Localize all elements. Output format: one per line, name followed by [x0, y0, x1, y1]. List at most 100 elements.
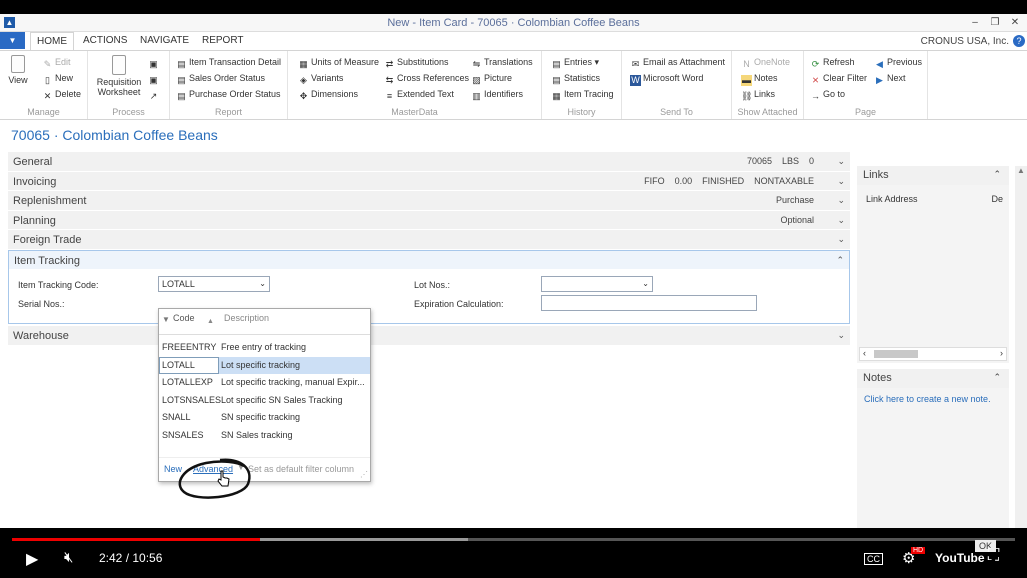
restore-button[interactable]: ❐ [985, 15, 1005, 30]
column-code-header[interactable]: Code [173, 313, 195, 323]
fasttab-replenishment[interactable]: Replenishment Purchase ⌄ [8, 191, 850, 211]
entries-button[interactable]: ▤ Entries ▾ [551, 55, 599, 69]
help-icon[interactable]: ? [1013, 35, 1025, 47]
previous-button[interactable]: ◀ Previous [874, 55, 922, 69]
lookup-row-code: LOTSNSALES [162, 394, 222, 405]
notes-button[interactable]: ▬ Notes [741, 71, 778, 86]
previous-icon: ◀ [876, 59, 883, 69]
links-horizontal-scrollbar[interactable]: ‹ › [859, 347, 1007, 361]
statistics-button[interactable]: ▤ Statistics [551, 71, 600, 85]
substitutions-button[interactable]: ⇄ Substitutions [384, 55, 449, 69]
units-of-measure-button[interactable]: ▦ Units of Measure [298, 55, 379, 69]
worksheet-icon [112, 55, 126, 75]
links-button[interactable]: ⛓ Links [741, 87, 775, 101]
column-description-header[interactable]: Description [224, 313, 269, 323]
item-tracking-code-field[interactable]: LOTALL ⌄ [158, 276, 270, 292]
app-menu-button[interactable]: ▼ [0, 32, 25, 49]
email-icon: ✉ [631, 59, 640, 69]
company-name[interactable]: CRONUS USA, Inc. [921, 36, 1009, 47]
scroll-left-icon[interactable]: ‹ [863, 348, 866, 358]
fasttab-area: General 70065 LBS 0 ⌄ Invoicing FIFO 0.00 FI… [8, 152, 850, 346]
chevron-down-icon[interactable]: ⌄ [837, 234, 845, 245]
translations-button[interactable]: ⇋ Translations [471, 55, 533, 69]
group-report: ▤ Item Transaction Detail ▤ Sales Order St… [170, 51, 288, 119]
delete-button[interactable]: ✕ Delete [42, 87, 81, 101]
identifiers-button[interactable]: ▥ Identifiers [471, 87, 523, 101]
scroll-right-icon[interactable]: › [1000, 348, 1003, 358]
lookup-row[interactable]: SNALL SN specific tracking [159, 409, 370, 427]
scroll-thumb[interactable] [874, 350, 918, 358]
tab-actions[interactable]: ACTIONS [83, 35, 127, 46]
email-as-attachment-button[interactable]: ✉ Email as Attachment [630, 55, 725, 69]
fasttab-general[interactable]: General 70065 LBS 0 ⌄ [8, 152, 850, 172]
chevron-down-icon[interactable]: ⌄ [259, 277, 266, 291]
tab-home[interactable]: HOME [30, 32, 74, 51]
dimensions-button[interactable]: ✥ Dimensions [298, 87, 358, 101]
view-icon [11, 55, 25, 73]
lot-nos-field[interactable]: ⌄ [541, 276, 653, 292]
lookup-row[interactable]: LOTALL Lot specific tracking [159, 356, 370, 374]
chevron-up-icon[interactable]: ⌃ [836, 255, 844, 266]
process-action-3[interactable]: ↗ [148, 87, 161, 101]
edit-button[interactable]: ✎ Edit [42, 55, 71, 69]
mute-icon[interactable]: 🔇︎ [64, 549, 73, 566]
resize-grip-icon[interactable]: ⋰ [360, 470, 368, 479]
notes-part-header[interactable]: Notes ⌃ [857, 369, 1009, 388]
chevron-up-icon[interactable]: ⌃ [993, 372, 1001, 383]
go-to-button[interactable]: → Go to [810, 87, 845, 101]
variants-button[interactable]: ◈ Variants [298, 71, 343, 85]
microsoft-word-button[interactable]: W Microsoft Word [630, 71, 703, 86]
tab-report[interactable]: REPORT [202, 35, 244, 46]
set-default-filter-link[interactable]: Set as default filter column [248, 464, 354, 474]
fasttab-warehouse[interactable]: Warehouse ⌄ [8, 326, 850, 346]
onenote-button[interactable]: N OneNote [741, 55, 790, 69]
chevron-up-icon[interactable]: ⌃ [993, 169, 1001, 180]
fasttab-foreign-trade[interactable]: Foreign Trade ⌄ [8, 230, 850, 250]
youtube-logo[interactable]: YouTube [935, 551, 985, 565]
minimize-button[interactable]: – [965, 15, 985, 30]
page-vertical-scrollbar[interactable]: ▲ ▼ [1015, 166, 1027, 528]
create-note-link[interactable]: Click here to create a new note. [864, 394, 991, 404]
view-button[interactable]: View [6, 55, 30, 85]
barcode-icon: ▥ [472, 91, 481, 101]
play-icon[interactable]: ▶ [26, 549, 38, 569]
links-part-header[interactable]: Links ⌃ [857, 166, 1009, 185]
requisition-worksheet-button[interactable]: Requisition Worksheet [94, 55, 144, 97]
item-transaction-detail-button[interactable]: ▤ Item Transaction Detail [176, 55, 281, 69]
fasttab-planning[interactable]: Planning Optional ⌄ [8, 210, 850, 230]
process-action-2[interactable]: ▣ [148, 71, 161, 85]
chevron-down-icon[interactable]: ⌄ [837, 176, 845, 187]
lookup-row[interactable]: SNSALES SN Sales tracking [159, 427, 370, 445]
extended-text-button[interactable]: ≡ Extended Text [384, 87, 454, 101]
picture-button[interactable]: ▨ Picture [471, 71, 512, 85]
tab-navigate[interactable]: NAVIGATE [140, 35, 189, 46]
chevron-down-icon[interactable]: ⌄ [642, 277, 649, 291]
new-button[interactable]: ▯ New [42, 71, 73, 85]
chevron-down-icon[interactable]: ⌄ [837, 215, 845, 226]
translations-icon: ⇋ [472, 59, 481, 69]
chevron-down-icon[interactable]: ⌄ [837, 195, 845, 206]
lookup-row[interactable]: FREEENTRY Free entry of tracking [159, 339, 370, 357]
chevron-down-icon[interactable]: ⌄ [837, 330, 845, 341]
refresh-button[interactable]: ⟳ Refresh [810, 55, 855, 69]
expiration-calculation-field[interactable] [541, 295, 757, 311]
cross-references-button[interactable]: ⇆ Cross References [384, 71, 469, 85]
sales-order-status-button[interactable]: ▤ Sales Order Status [176, 71, 265, 85]
filter-icon[interactable]: ▼ [162, 315, 170, 324]
scroll-up-icon[interactable]: ▲ [1017, 166, 1025, 175]
fasttab-invoicing[interactable]: Invoicing FIFO 0.00 FINISHED NONTAXABLE ⌄ [8, 171, 850, 191]
next-button[interactable]: ▶ Next [874, 71, 905, 85]
fasttab-item-tracking[interactable]: Item Tracking ⌃ [8, 249, 850, 269]
chevron-down-icon[interactable]: ⌄ [837, 156, 845, 167]
close-button[interactable]: ✕ [1005, 15, 1025, 30]
links-part-title: Links [863, 169, 889, 181]
process-action-1[interactable]: ▣ [148, 55, 161, 69]
lookup-row[interactable]: LOTSNSALES Lot specific SN Sales Tracking [159, 392, 370, 410]
fullscreen-icon[interactable]: ⛶ [988, 547, 999, 565]
lookup-row[interactable]: LOTALLEXP Lot specific tracking, manual E… [159, 374, 370, 392]
video-progress-bar[interactable] [12, 538, 1015, 541]
captions-button[interactable]: CC [864, 553, 883, 565]
clear-filter-button[interactable]: ⨯ Clear Filter [810, 71, 867, 85]
item-tracing-button[interactable]: ▦ Item Tracing [551, 87, 613, 101]
purchase-order-status-button[interactable]: ▤ Purchase Order Status [176, 87, 280, 101]
